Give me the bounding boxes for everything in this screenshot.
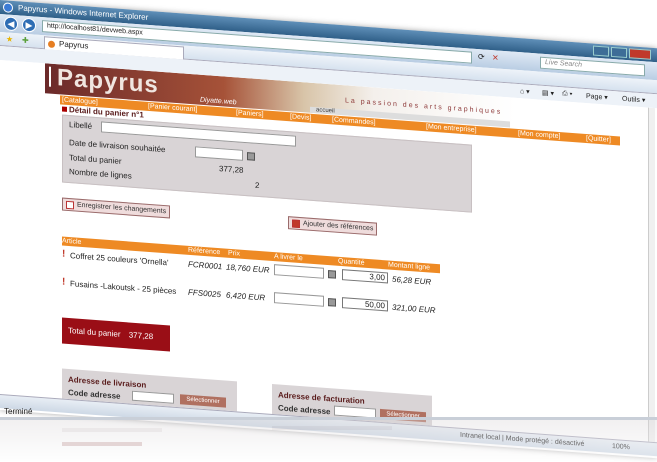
close-icon[interactable]	[629, 48, 651, 60]
delivery-select-button[interactable]: Sélectionner	[180, 394, 226, 408]
stop-icon[interactable]: ✕	[492, 53, 499, 62]
tools-menu[interactable]: Outils ▾	[622, 95, 645, 105]
calendar-icon[interactable]	[247, 152, 255, 161]
ie-icon	[3, 2, 13, 13]
cart-total-label: Total du panier	[69, 153, 122, 166]
cart-total-box: Total du panier 377,28	[62, 317, 170, 352]
add-favorite-icon[interactable]: ✚	[22, 36, 29, 45]
col-montant: Montant ligne	[388, 261, 431, 272]
col-article: Article	[62, 237, 82, 246]
col-prix: Prix	[228, 249, 241, 258]
add-references-icon	[292, 219, 300, 229]
minimize-icon[interactable]	[593, 45, 609, 57]
status-done: Terminé	[4, 407, 33, 416]
row-montant: 56,28 EUR	[392, 274, 432, 287]
row-quantity-input[interactable]: 50,00	[342, 297, 388, 312]
row-delivery-input[interactable]	[274, 292, 324, 307]
menu-mon-compte[interactable]: [Mon compte]	[518, 129, 560, 141]
menu-paniers[interactable]: [Paniers]	[236, 108, 264, 119]
line-count-label: Nombre de lignes	[69, 167, 132, 181]
reflection-mark	[272, 426, 392, 430]
tab-label: Papyrus	[59, 39, 89, 51]
calendar-icon[interactable]	[328, 298, 336, 307]
reflection-fill	[0, 420, 657, 462]
col-reference: Référence	[188, 246, 221, 257]
reflection-mark	[62, 442, 142, 446]
maximize-icon[interactable]	[611, 46, 627, 59]
home-icon[interactable]: ⌂ ▾	[520, 87, 530, 96]
row-montant: 321,00 EUR	[392, 302, 436, 315]
menu-quitter[interactable]: [Quitter]	[586, 134, 611, 145]
print-icon[interactable]: ⎙ ▾	[562, 90, 573, 99]
delivery-code-input[interactable]	[132, 390, 174, 404]
delivery-address-title: Adresse de livraison	[68, 374, 147, 390]
reflection-mark	[62, 428, 162, 432]
refresh-icon[interactable]: ⟳	[478, 52, 485, 61]
forward-icon[interactable]: ▶	[22, 17, 36, 33]
logo-mark	[49, 66, 51, 87]
col-quantite: Quantité	[338, 257, 365, 267]
window-reflection	[0, 420, 657, 462]
browser-window: Papyrus - Windows Internet Explorer ◀ ▶ …	[0, 0, 657, 459]
screenshot-stage: Papyrus - Windows Internet Explorer ◀ ▶ …	[0, 0, 657, 462]
row-prix: 6,420 EUR	[226, 290, 266, 303]
save-icon	[66, 200, 74, 210]
row-article: Fusains -Lakoutsk - 25 pièces	[70, 279, 177, 296]
feeds-icon[interactable]: ▤ ▾	[542, 89, 554, 98]
total-box-label: Total du panier	[68, 325, 121, 339]
row-delivery-input[interactable]	[274, 264, 324, 279]
delivery-date-label: Date de livraison souhaitée	[69, 138, 166, 155]
vertical-scrollbar[interactable]	[648, 107, 655, 443]
add-references-label: Ajouter des références	[303, 220, 374, 233]
menu-devis[interactable]: [Devis]	[290, 112, 311, 123]
total-box-value: 377,28	[128, 330, 154, 342]
save-changes-label: Enregistrer les changements	[77, 201, 167, 216]
page-content: Papyrus Diyatte.web La passion des arts …	[0, 60, 657, 443]
col-livrer: A livrer le	[274, 253, 303, 263]
row-quantity-input[interactable]: 3,00	[342, 269, 388, 284]
row-article: Coffret 25 couleurs 'Ornella'	[70, 251, 169, 268]
add-references-button[interactable]: Ajouter des références	[288, 216, 378, 236]
save-changes-button[interactable]: Enregistrer les changements	[62, 197, 171, 219]
favorites-star-icon[interactable]: ★	[6, 34, 13, 44]
calendar-icon[interactable]	[328, 270, 336, 279]
warning-icon: !	[62, 248, 66, 260]
row-reference: FCR0001	[188, 259, 223, 272]
delivery-date-input[interactable]	[195, 146, 243, 161]
page-favicon-icon	[48, 40, 55, 49]
cart-total-value: 377,28	[219, 164, 244, 175]
libelle-label: Libellé	[69, 120, 93, 131]
warning-icon: !	[62, 276, 66, 288]
line-count-value: 2	[255, 180, 260, 191]
back-icon[interactable]: ◀	[4, 16, 18, 32]
menu-commandes[interactable]: [Commandes]	[332, 115, 376, 127]
page-menu[interactable]: Page ▾	[586, 92, 608, 102]
sub-logo: Diyatte.web	[200, 96, 237, 107]
row-reference: FFS0025	[188, 287, 221, 300]
row-prix: 18,760 EUR	[226, 262, 270, 275]
